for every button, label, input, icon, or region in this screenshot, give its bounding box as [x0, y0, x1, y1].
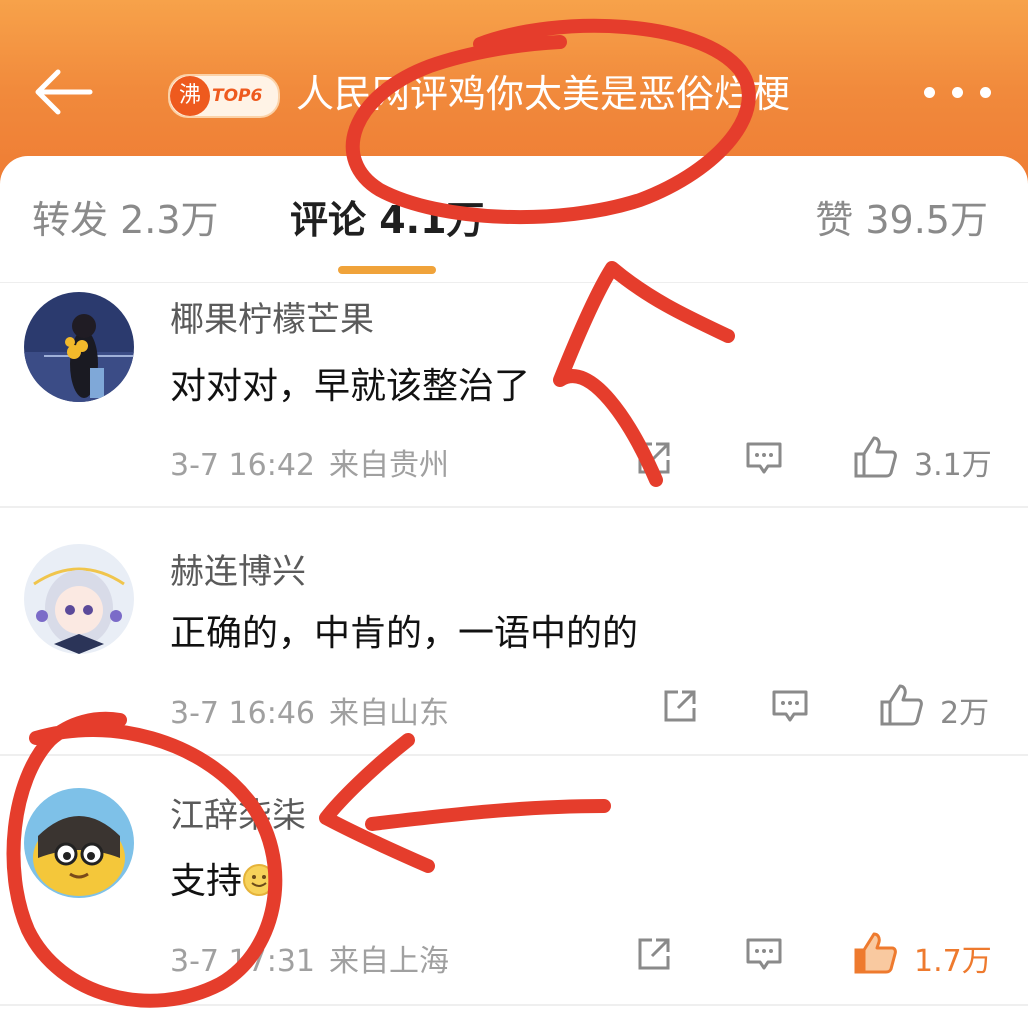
comment-meta: 3-7 17:31 来自上海	[170, 936, 449, 980]
comment-location: 来自贵州	[329, 448, 449, 483]
comment-icon	[772, 690, 808, 722]
thumb-up-icon	[854, 932, 897, 974]
comment-item: 椰果柠檬芒果 对对对，早就该整治了 3-7 16:42 来自贵州 3.1万	[0, 282, 1028, 512]
active-tab-indicator	[338, 266, 436, 274]
comment-time: 3-7 17:31	[170, 944, 315, 979]
divider	[0, 1004, 1028, 1006]
page-title: 人民网评鸡你太美是恶俗烂梗	[296, 72, 791, 116]
share-button[interactable]	[660, 686, 700, 726]
avatar[interactable]	[24, 544, 134, 654]
hot-badge-rank: TOP6	[212, 86, 263, 106]
thumb-up-icon	[854, 436, 897, 478]
share-button[interactable]	[634, 934, 674, 974]
comment-button[interactable]	[744, 438, 784, 478]
thumb-up-icon	[880, 684, 923, 726]
like-button[interactable]	[852, 930, 898, 976]
tab-like[interactable]: 赞 39.5万	[815, 190, 988, 250]
tab-repost[interactable]: 转发 2.3万	[32, 190, 219, 250]
smiley-emoji-icon	[243, 864, 276, 896]
comment-username[interactable]: 赫连博兴	[170, 544, 306, 593]
share-icon	[638, 938, 670, 970]
comment-content: 正确的，中肯的，一语中的的	[170, 613, 639, 654]
avatar[interactable]	[24, 788, 134, 898]
back-button[interactable]	[28, 62, 98, 122]
like-count: 3.1万	[914, 448, 992, 483]
share-icon	[638, 442, 670, 474]
comment-item: 赫连博兴 正确的，中肯的，一语中的的 3-7 16:46 来自山东 2万	[0, 508, 1028, 754]
share-button[interactable]	[634, 438, 674, 478]
comment-meta: 3-7 16:46 来自山东	[170, 688, 449, 732]
comment-username[interactable]: 江辞柒柒	[170, 788, 306, 837]
comment-content: 对对对，早就该整治了	[170, 366, 531, 407]
like-button[interactable]	[852, 434, 898, 480]
back-arrow-icon	[35, 69, 93, 115]
comment-time: 3-7 16:46	[170, 696, 315, 731]
comment-text: 支持	[170, 861, 243, 902]
comment-meta: 3-7 16:42 来自贵州	[170, 440, 449, 484]
comment-location: 来自上海	[329, 944, 449, 979]
hot-badge-char: 沸	[170, 76, 210, 116]
avatar[interactable]	[24, 292, 134, 402]
like-count: 1.7万	[914, 944, 992, 979]
comment-content: 支持	[170, 852, 276, 904]
comment-item: 江辞柒柒 支持 3-7 17:31 来自上海 1.7万	[0, 756, 1028, 1006]
hot-rank-badge: 沸 TOP6	[168, 74, 280, 118]
more-button[interactable]	[922, 80, 994, 106]
comment-username[interactable]: 椰果柠檬芒果	[170, 292, 374, 341]
comment-button[interactable]	[770, 686, 810, 726]
comment-icon	[746, 442, 782, 474]
comment-button[interactable]	[744, 934, 784, 974]
share-icon	[664, 690, 696, 722]
comment-location: 来自山东	[329, 696, 449, 731]
like-count: 2万	[940, 696, 990, 731]
comment-icon	[746, 938, 782, 970]
comment-time: 3-7 16:42	[170, 448, 315, 483]
like-button[interactable]	[878, 682, 924, 728]
